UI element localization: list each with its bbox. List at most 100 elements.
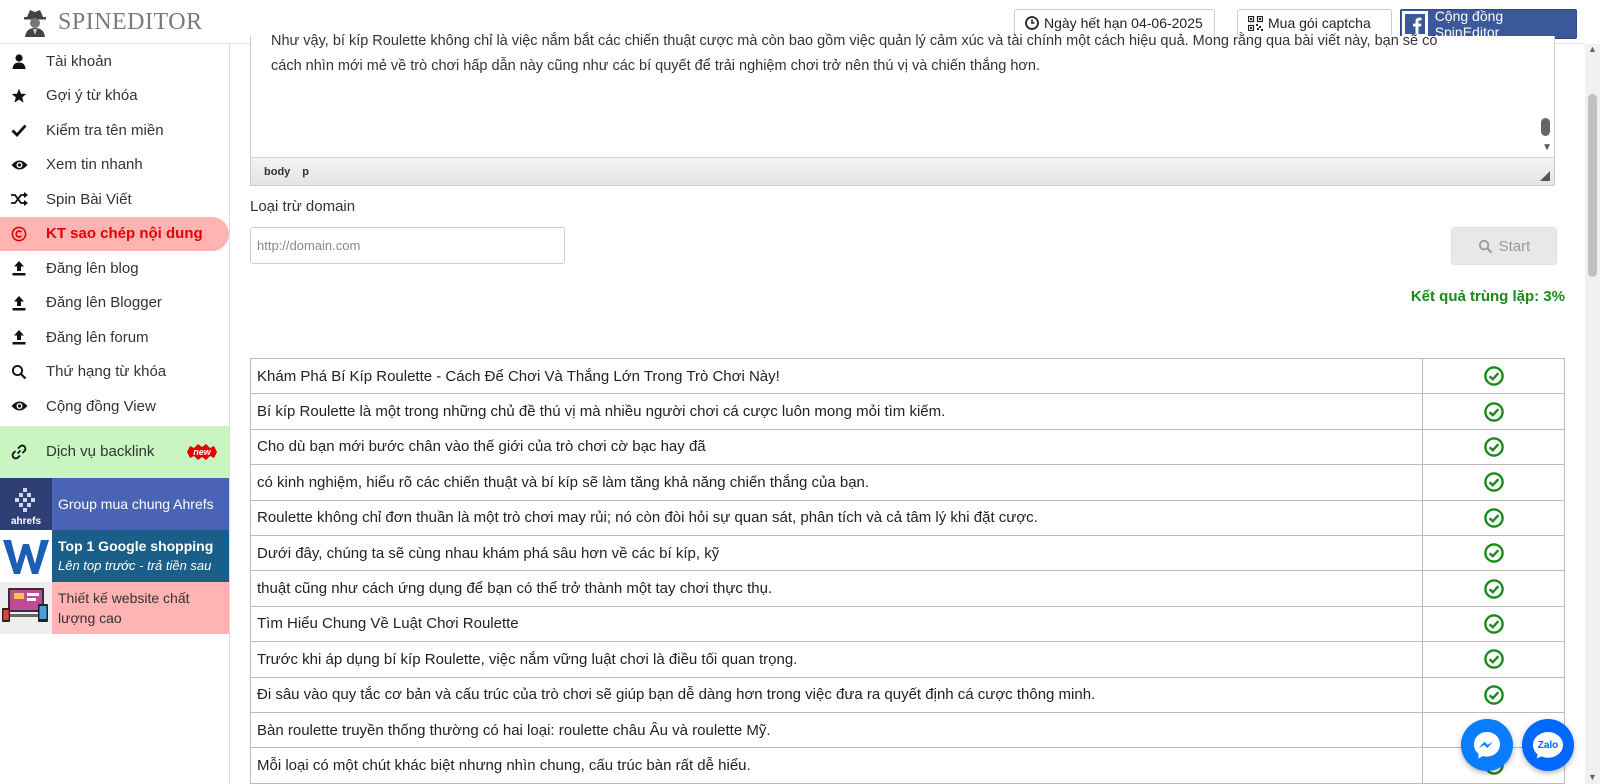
ahrefs-logo: ahrefs [0, 477, 52, 530]
check-circle-icon [1483, 649, 1504, 670]
duplicate-result: Kết quả trùng lặp: 3% [1410, 288, 1565, 305]
check-circle-icon [1483, 366, 1504, 386]
sidebar-item-post-blog[interactable]: Đăng lên blog [0, 251, 229, 286]
check-circle-icon [1483, 437, 1504, 457]
table-row: Cho dù bạn mới bước chân vào thế giới củ… [250, 428, 1565, 466]
exclude-domain-input[interactable] [250, 227, 565, 264]
editor-line-2: cách nhìn mới mẻ về trò chơi hấp dẫn này… [271, 58, 1040, 74]
search-icon [1478, 239, 1493, 254]
sentence-cell: thuật cũng như cách ứng dụng để bạn có t… [250, 570, 1423, 607]
check-circle-icon [1483, 472, 1504, 493]
sidebar-item-label: Kiểm tra tên miền [46, 121, 164, 139]
sidebar-item-community-view[interactable]: Cộng đồng View [0, 389, 229, 424]
new-badge-text: new [193, 447, 212, 457]
sidebar-item-domain-check[interactable]: Kiểm tra tên miền [0, 113, 229, 148]
path-body[interactable]: body [264, 166, 290, 178]
sidebar-item-label: Thứ hạng từ khóa [46, 363, 167, 381]
ahrefs-logo-text: ahrefs [11, 516, 41, 527]
promo-top1-title: Top 1 Google shopping [58, 537, 214, 554]
editor-line-1: Như vậy, bí kíp Roulette không chỉ là vi… [271, 33, 1438, 49]
sidebar-item-post-forum[interactable]: Đăng lên forum [0, 320, 229, 355]
table-row: Dưới đây, chúng ta sẽ cùng nhau khám phá… [250, 534, 1565, 572]
table-row: Tìm Hiểu Chung Về Luật Chơi Roulette [250, 605, 1565, 643]
promo-web-label: Thiết kế website chất lượng cao [58, 589, 190, 626]
devices-icon [0, 581, 52, 634]
check-circle-icon [1483, 614, 1504, 634]
editor-scroll-down-icon[interactable]: ▼ [1542, 142, 1552, 153]
page-scrollbar-thumb[interactable] [1588, 94, 1597, 277]
sidebar-item-spin-article[interactable]: Spin Bài Viết [0, 182, 229, 217]
logo-text: SPINEDITOR [58, 8, 203, 35]
link-icon [10, 443, 28, 461]
eye-icon [10, 397, 28, 415]
exclude-domain-label: Loại trừ domain [250, 198, 356, 215]
copyright-icon [10, 225, 28, 243]
new-badge-icon: new [187, 443, 217, 460]
sentence-cell: Khám Phá Bí Kíp Roulette - Cách Để Chơi … [250, 357, 1423, 395]
sentence-cell: có kinh nghiệm, hiểu rõ các chiến thuật … [250, 464, 1423, 501]
zalo-label: Zalo [1537, 739, 1559, 751]
editor-status-bar: body p [251, 157, 1554, 185]
spy-logo-icon [24, 10, 46, 37]
messenger-icon [1474, 732, 1500, 759]
sidebar-item-keyword-rank[interactable]: Thứ hạng từ khóa [0, 355, 229, 390]
sidebar-item-copy-check[interactable]: KT sao chép nội dung [0, 216, 229, 251]
sidebar-item-label: Xem tin nhanh [46, 156, 143, 174]
promo-website-design[interactable]: Thiết kế website chất lượng cao [0, 581, 229, 634]
resize-handle-icon[interactable] [1540, 171, 1550, 181]
check-circle-icon [1483, 684, 1504, 705]
sentence-cell: Roulette không chỉ đơn thuần là một trò … [250, 499, 1423, 536]
sidebar-item-label: Gợi ý từ khóa [46, 87, 138, 105]
upload-icon [10, 294, 28, 312]
table-row: Đi sâu vào quy tắc cơ bản và cấu trúc củ… [250, 676, 1565, 713]
sentence-cell: Trước khi áp dụng bí kíp Roulette, việc … [250, 641, 1423, 678]
status-cell [1422, 357, 1565, 395]
scroll-down-icon[interactable]: ▼ [1588, 772, 1597, 782]
table-row: Roulette không chỉ đơn thuần là một trò … [250, 499, 1565, 536]
sidebar-item-label: Dịch vụ backlink [46, 443, 155, 460]
content-editor[interactable]: Như vậy, bí kíp Roulette không chỉ là vi… [250, 33, 1555, 186]
table-row: thuật cũng như cách ứng dụng để bạn có t… [250, 570, 1565, 607]
sidebar-item-quick-news[interactable]: Xem tin nhanh [0, 148, 229, 183]
page-scrollbar[interactable]: ▲ ▼ [1585, 44, 1600, 784]
zalo-chat-button[interactable]: Zalo [1522, 719, 1574, 771]
table-row: Mỗi loại có một chút khác biệt nhưng nhì… [250, 747, 1565, 784]
status-cell [1422, 676, 1565, 713]
promo-ahrefs-group[interactable]: ahrefs Group mua chung Ahrefs [0, 477, 229, 530]
status-cell [1422, 499, 1565, 536]
editor-text[interactable]: Như vậy, bí kíp Roulette không chỉ là vi… [271, 33, 1511, 79]
status-cell [1422, 534, 1565, 572]
sidebar-item-keyword-suggest[interactable]: Gợi ý từ khóa [0, 79, 229, 114]
status-cell [1422, 393, 1565, 430]
sidebar-item-account[interactable]: Tài khoản [0, 44, 229, 79]
check-circle-icon [1483, 507, 1504, 528]
sidebar-item-label: Spin Bài Viết [46, 190, 132, 208]
editor-scrollbar[interactable] [1541, 118, 1550, 136]
promo-ahrefs-label: Group mua chung Ahrefs [58, 495, 214, 512]
eye-icon [10, 156, 28, 174]
w-logo-icon [0, 529, 52, 582]
logo[interactable]: SPINEDITOR [22, 6, 203, 38]
sidebar-item-backlink-service[interactable]: Dịch vụ backlink new [0, 425, 229, 478]
scroll-up-icon[interactable]: ▲ [1588, 44, 1597, 54]
sidebar-item-label: Đăng lên forum [46, 328, 149, 346]
start-button[interactable]: Start [1451, 227, 1557, 265]
status-cell [1422, 641, 1565, 678]
check-circle-icon [1483, 578, 1504, 599]
upload-icon [10, 328, 28, 346]
clock-icon [1025, 16, 1039, 30]
start-label: Start [1498, 237, 1531, 255]
table-row: Bí kíp Roulette là một trong những chủ đ… [250, 393, 1565, 430]
promo-top1-google-shopping[interactable]: Top 1 Google shopping Lên top trước - tr… [0, 529, 229, 582]
status-cell [1422, 605, 1565, 643]
sidebar-item-label: KT sao chép nội dung [46, 225, 203, 243]
sentence-cell: Tìm Hiểu Chung Về Luật Chơi Roulette [250, 605, 1423, 643]
check-circle-icon [1483, 543, 1504, 563]
check-icon [10, 121, 28, 139]
sidebar-item-post-blogger[interactable]: Đăng lên Blogger [0, 286, 229, 321]
path-p[interactable]: p [302, 166, 309, 178]
sentence-cell: Bí kíp Roulette là một trong những chủ đ… [250, 393, 1423, 430]
sidebar-item-label: Đăng lên Blogger [46, 294, 162, 312]
messenger-chat-button[interactable] [1461, 719, 1513, 771]
sentence-cell: Mỗi loại có một chút khác biệt nhưng nhì… [250, 747, 1423, 784]
